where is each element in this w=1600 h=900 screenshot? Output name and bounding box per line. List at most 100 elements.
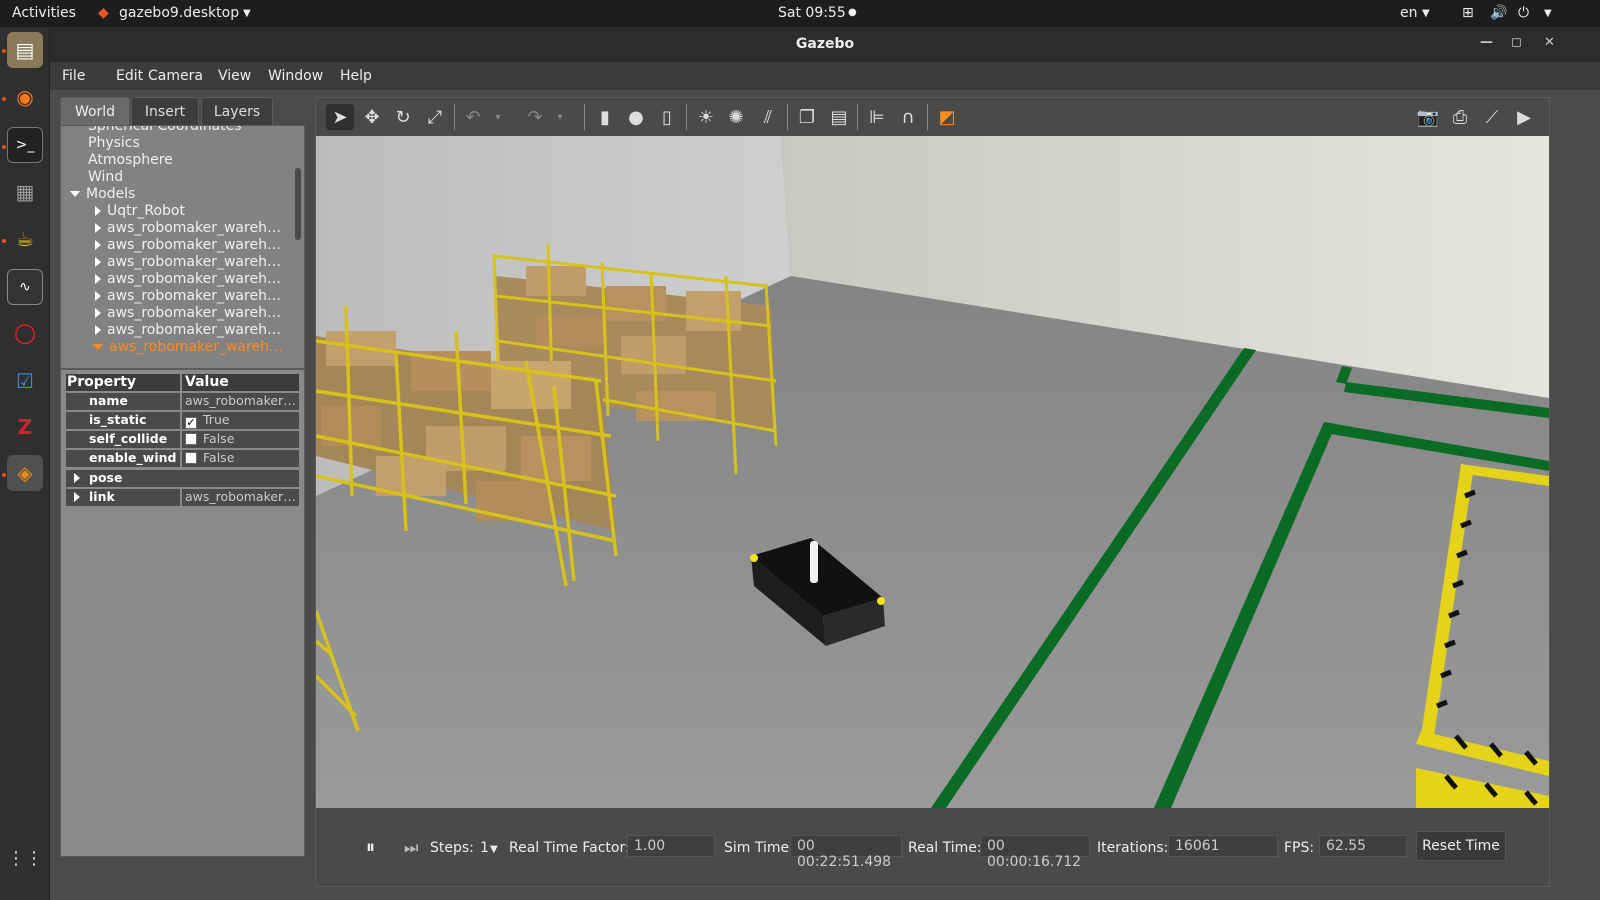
activities-button[interactable]: Activities [12, 5, 76, 21]
sphere-shape-icon[interactable]: ● [622, 104, 650, 130]
copy-icon[interactable]: ❐ [793, 104, 821, 130]
tree-item-model[interactable]: aws_robomaker_wareh… [95, 322, 281, 338]
app-menu-button[interactable]: gazebo9.desktop [119, 5, 239, 21]
undo-dropdown-icon[interactable]: ▾ [491, 104, 505, 130]
property-row-pose[interactable]: pose [66, 470, 299, 487]
close-button[interactable]: ✕ [1544, 35, 1555, 50]
collapsed-arrow-icon[interactable] [95, 257, 101, 267]
reset-time-button[interactable]: Reset Time [1416, 831, 1506, 861]
power-icon[interactable]: ⏻ [1518, 5, 1529, 21]
collapsed-arrow-icon[interactable] [95, 274, 101, 284]
collapsed-arrow-icon[interactable] [95, 291, 101, 301]
paste-icon[interactable]: ▤ [825, 104, 853, 130]
box-shape-icon[interactable]: ▮ [591, 104, 619, 130]
menu-file[interactable]: File [62, 68, 85, 84]
tree-item-models[interactable]: Models [70, 186, 135, 202]
collapsed-arrow-icon[interactable] [95, 308, 101, 318]
tab-insert[interactable]: Insert [131, 97, 199, 125]
opera-icon[interactable]: ○ [7, 315, 43, 351]
view-angle-icon[interactable]: ◩ [933, 104, 961, 130]
tree-scrollbar[interactable] [295, 168, 301, 240]
property-row-link[interactable]: link aws_robomaker… [66, 489, 299, 506]
steps-spinbox[interactable]: 1 [480, 840, 489, 856]
calculator-icon[interactable]: ▦ [7, 174, 43, 210]
undo-icon[interactable]: ↶ [459, 104, 487, 130]
plot-icon[interactable]: ⟋ [1478, 104, 1506, 130]
collapsed-arrow-icon[interactable] [74, 473, 80, 483]
expand-arrow-icon[interactable] [93, 344, 103, 350]
self-collide-checkbox[interactable] [185, 433, 197, 445]
menu-help[interactable]: Help [340, 68, 372, 84]
tab-world[interactable]: World [60, 97, 130, 125]
collapsed-arrow-icon[interactable] [74, 492, 80, 502]
log-icon[interactable]: ⎙ [1446, 104, 1474, 130]
tree-item-atmosphere[interactable]: Atmosphere [88, 152, 173, 168]
tree-item-spherical[interactable]: Spherical Coordinates [88, 126, 242, 134]
pause-icon[interactable]: ⏸ [366, 837, 375, 858]
tree-item-model[interactable]: Uqtr_Robot [95, 203, 185, 219]
expand-arrow-icon[interactable] [70, 191, 80, 197]
tree-item-model[interactable]: aws_robomaker_wareh… [95, 220, 281, 236]
terminal-icon[interactable]: >_ [7, 127, 43, 163]
sim-time-field: 00 00:22:51.498 [790, 835, 902, 870]
point-light-icon[interactable]: ☀ [692, 104, 720, 130]
firefox-icon[interactable]: ◉ [7, 79, 43, 115]
tree-item-model[interactable]: aws_robomaker_wareh… [95, 271, 281, 287]
tree-item-model-selected[interactable]: aws_robomaker_wareh… [93, 339, 283, 355]
chevron-down-icon: ▼ [490, 844, 498, 855]
3d-scene-viewport[interactable] [316, 136, 1549, 808]
directional-light-icon[interactable]: ⫽ [754, 104, 782, 130]
network-icon[interactable]: ⊞ [1462, 5, 1474, 21]
redo-dropdown-icon[interactable]: ▾ [553, 104, 567, 130]
spot-light-icon[interactable]: ✺ [722, 104, 750, 130]
sim-time-label: Sim Time: [724, 840, 794, 856]
gazebo-icon[interactable]: ◈ [7, 455, 43, 491]
tree-item-model[interactable]: aws_robomaker_wareh… [95, 288, 281, 304]
menu-edit[interactable]: Edit [116, 68, 143, 84]
collapsed-arrow-icon[interactable] [95, 325, 101, 335]
files-icon[interactable]: ▤ [7, 32, 43, 68]
real-time-factor-label: Real Time Factor: [509, 840, 630, 856]
redo-icon[interactable]: ↷ [521, 104, 549, 130]
tree-item-model[interactable]: aws_robomaker_wareh… [95, 254, 281, 270]
is-static-checkbox[interactable]: ✓ [185, 417, 197, 429]
app-grid-icon[interactable]: ⋮⋮ [7, 840, 43, 876]
property-row-enable-wind: enable_wind False [66, 450, 299, 467]
maximize-button[interactable]: ◻ [1511, 35, 1522, 50]
language-indicator[interactable]: en [1400, 5, 1418, 21]
collapsed-arrow-icon[interactable] [95, 206, 101, 216]
system-monitor-icon[interactable]: ∿ [7, 269, 43, 305]
gnome-teapot-icon[interactable]: ☕ [7, 221, 43, 257]
clock[interactable]: Sat 09:55 [778, 5, 846, 21]
rotate-mode-icon[interactable]: ↻ [389, 104, 417, 130]
scale-mode-icon[interactable]: ⤢ [421, 104, 449, 130]
gazebo-app-icon: ◆ [98, 5, 109, 21]
snap-icon[interactable]: ∩ [894, 104, 922, 130]
render-panel: ➤ ✥ ↻ ⤢ ↶ ▾ ↷ ▾ ▮ ● ▯ ☀ ✺ ⫽ ❐ ▤ ⊫ ∩ ◩ 📷 [315, 97, 1550, 887]
align-icon[interactable]: ⊫ [863, 104, 891, 130]
collapsed-arrow-icon[interactable] [95, 223, 101, 233]
screenshot-icon[interactable]: 📷 [1414, 104, 1442, 130]
collapsed-arrow-icon[interactable] [95, 240, 101, 250]
translate-mode-icon[interactable]: ✥ [358, 104, 386, 130]
cylinder-shape-icon[interactable]: ▯ [653, 104, 681, 130]
zotero-icon[interactable]: Z [7, 409, 43, 445]
volume-icon[interactable]: 🔊 [1490, 5, 1507, 21]
minimize-button[interactable]: — [1480, 35, 1493, 50]
tree-item-physics[interactable]: Physics [88, 135, 140, 151]
tree-item-wind[interactable]: Wind [88, 169, 123, 185]
chevron-down-icon: ▼ [1544, 8, 1552, 19]
menu-view[interactable]: View [218, 68, 251, 84]
enable-wind-checkbox[interactable] [185, 452, 197, 464]
menu-window[interactable]: Window [268, 68, 323, 84]
chevron-down-icon: ▼ [243, 8, 251, 19]
step-icon[interactable]: ⏭ [404, 838, 418, 858]
tab-layers[interactable]: Layers [201, 97, 273, 125]
tree-item-model[interactable]: aws_robomaker_wareh… [95, 237, 281, 253]
tasks-icon[interactable]: ☑ [7, 363, 43, 399]
menu-camera[interactable]: Camera [148, 68, 203, 84]
window-title: Gazebo [795, 36, 855, 52]
tree-item-model[interactable]: aws_robomaker_wareh… [95, 305, 281, 321]
select-mode-icon[interactable]: ➤ [326, 104, 354, 130]
video-record-icon[interactable]: ▶ [1510, 104, 1538, 130]
